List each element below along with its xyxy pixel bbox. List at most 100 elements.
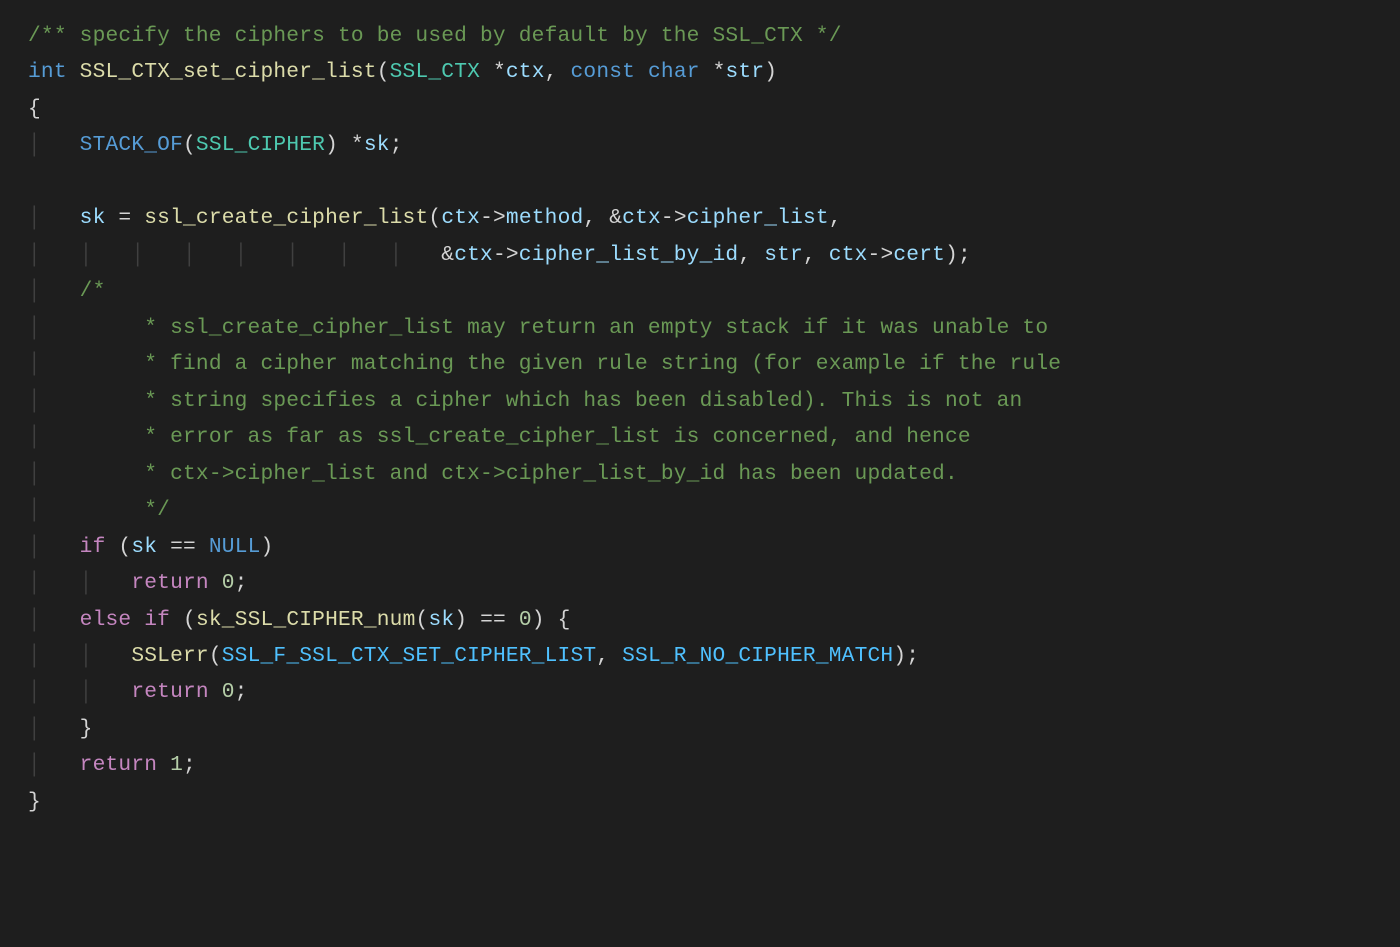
indent-guide: │ │: [28, 571, 131, 595]
comment-block-close: */: [80, 498, 170, 522]
member-cert: cert: [893, 243, 945, 267]
var-ctx: ctx: [829, 243, 868, 267]
member-cipherlist: cipher_list: [687, 206, 829, 230]
var-ctx: ctx: [622, 206, 661, 230]
indent-guide: │: [28, 535, 80, 559]
indent-guide: │: [28, 608, 80, 632]
member-cipherlistbyid: cipher_list_by_id: [519, 243, 739, 267]
const-null: NULL: [209, 535, 261, 559]
macro-stackof: STACK_OF: [80, 133, 183, 157]
var-sk: sk: [428, 608, 454, 632]
type-sslctx: SSL_CTX: [390, 60, 480, 84]
func-sslerr: SSLerr: [131, 644, 209, 668]
indent-guide: │: [28, 316, 80, 340]
paren-close-semi: );: [893, 644, 919, 668]
func-create-cipher-list: ssl_create_cipher_list: [144, 206, 428, 230]
keyword-return: return: [131, 571, 209, 595]
semicolon: ;: [235, 680, 248, 704]
space: [131, 608, 144, 632]
code-editor-content[interactable]: /** specify the ciphers to be used by de…: [0, 0, 1400, 838]
comma: , &: [583, 206, 622, 230]
paren: ): [454, 608, 467, 632]
space: [209, 680, 222, 704]
var-sk: sk: [131, 535, 157, 559]
paren: (: [183, 133, 196, 157]
paren: ): [764, 60, 777, 84]
keyword-int: int: [28, 60, 67, 84]
semicolon: ;: [183, 753, 196, 777]
param-str: str: [726, 60, 765, 84]
paren: (: [416, 608, 429, 632]
number-zero: 0: [222, 680, 235, 704]
var-ctx: ctx: [441, 206, 480, 230]
comment-block-line: * error as far as ssl_create_cipher_list…: [80, 425, 971, 449]
star: *: [338, 133, 364, 157]
star: *: [700, 60, 726, 84]
comment-header: /** specify the ciphers to be used by de…: [28, 24, 842, 48]
paren: (: [106, 535, 132, 559]
arrow: ->: [661, 206, 687, 230]
number-zero: 0: [519, 608, 532, 632]
amp: &: [441, 243, 454, 267]
brace-close: }: [28, 790, 41, 814]
keyword-const: const: [570, 60, 635, 84]
space: [157, 753, 170, 777]
indent-guide: │: [28, 717, 80, 741]
comma: ,: [829, 206, 842, 230]
paren: ): [325, 133, 338, 157]
keyword-char: char: [648, 60, 700, 84]
keyword-return: return: [131, 680, 209, 704]
space: [209, 571, 222, 595]
comment-block-line: * ssl_create_cipher_list may return an e…: [80, 316, 1049, 340]
indent-guide: │: [28, 279, 80, 303]
paren: (: [377, 60, 390, 84]
paren: ): [261, 535, 274, 559]
indent-guide: │: [28, 389, 80, 413]
number-zero: 0: [222, 571, 235, 595]
comma: ,: [803, 243, 829, 267]
indent-guide: │ │: [28, 680, 131, 704]
member-method: method: [506, 206, 584, 230]
op-eqeq: ==: [467, 608, 519, 632]
comment-block-line: * string specifies a cipher which has be…: [80, 389, 1023, 413]
brace-open: {: [28, 97, 41, 121]
comma: ,: [545, 60, 571, 84]
indent-guide: │: [28, 133, 80, 157]
arrow: ->: [493, 243, 519, 267]
arrow: ->: [480, 206, 506, 230]
indent-guide: │: [28, 753, 80, 777]
comment-block-line: * find a cipher matching the given rule …: [80, 352, 1062, 376]
function-name: SSL_CTX_set_cipher_list: [80, 60, 377, 84]
keyword-return: return: [80, 753, 158, 777]
number-one: 1: [170, 753, 183, 777]
op-eqeq: ==: [157, 535, 209, 559]
indent-guide: │ │ │ │ │ │ │ │: [28, 243, 441, 267]
const-r: SSL_R_NO_CIPHER_MATCH: [622, 644, 893, 668]
var-str: str: [764, 243, 803, 267]
var-ctx: ctx: [454, 243, 493, 267]
paren: (: [170, 608, 196, 632]
paren: (: [209, 644, 222, 668]
comment-block-line: * ctx->cipher_list and ctx->cipher_list_…: [80, 462, 958, 486]
paren-brace: ) {: [532, 608, 571, 632]
func-sk-num: sk_SSL_CIPHER_num: [196, 608, 416, 632]
const-f: SSL_F_SSL_CTX_SET_CIPHER_LIST: [222, 644, 597, 668]
op-eq: =: [106, 206, 145, 230]
semicolon: ;: [235, 571, 248, 595]
keyword-if: if: [144, 608, 170, 632]
indent-guide: │: [28, 462, 80, 486]
param-ctx: ctx: [506, 60, 545, 84]
keyword-else: else: [80, 608, 132, 632]
arrow: ->: [868, 243, 894, 267]
comment-block-open: /*: [80, 279, 106, 303]
indent-guide: │: [28, 425, 80, 449]
indent-guide: │: [28, 206, 80, 230]
var-sk: sk: [80, 206, 106, 230]
comma: ,: [738, 243, 764, 267]
var-sk: sk: [364, 133, 390, 157]
type-sslcipher: SSL_CIPHER: [196, 133, 325, 157]
space: [635, 60, 648, 84]
comma: ,: [596, 644, 622, 668]
keyword-if: if: [80, 535, 106, 559]
indent-guide: │ │: [28, 644, 131, 668]
